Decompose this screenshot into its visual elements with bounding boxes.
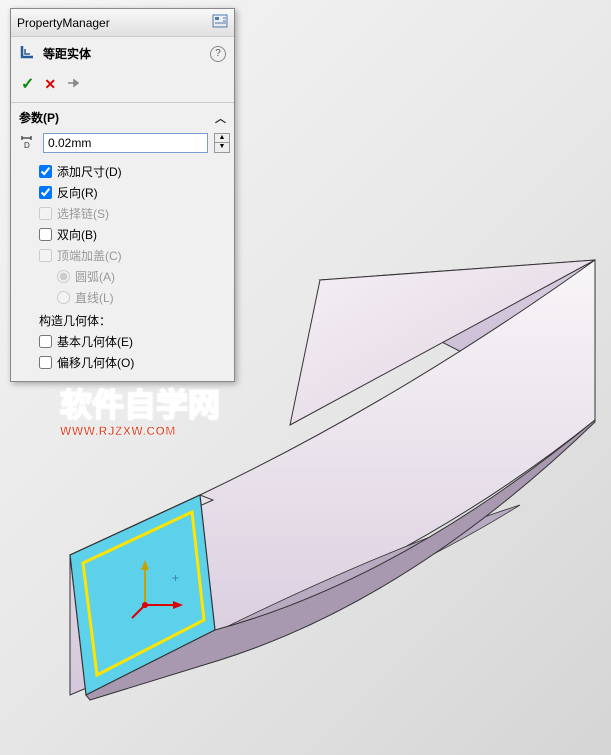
watermark: 软件自学网 WWW.RJZXW.COM (60, 380, 220, 438)
offset-distance-row: D ▲ ▼ (11, 130, 234, 159)
line-radio: 直线(L) (57, 287, 226, 308)
svg-text:+: + (172, 571, 179, 585)
action-buttons: ✓ ✕ (11, 70, 234, 103)
ok-button[interactable]: ✓ (21, 74, 34, 94)
watermark-text: 软件自学网 (60, 380, 220, 426)
parameters-options: 添加尺寸(D) 反向(R) 选择链(S) 双向(B) 顶端加盖(C) 圆弧(A)… (11, 159, 234, 381)
cancel-button[interactable]: ✕ (44, 76, 56, 93)
panel-menu-icon[interactable] (212, 13, 228, 32)
cap-ends-checkbox[interactable]: 顶端加盖(C) (39, 245, 226, 266)
bidirectional-checkbox[interactable]: 双向(B) (39, 224, 226, 245)
offset-geometry-checkbox[interactable]: 偏移几何体(O) (39, 352, 226, 373)
parameters-section-header[interactable]: 参数(P) ︿ (11, 103, 234, 130)
help-icon[interactable]: ? (210, 46, 226, 62)
panel-header: PropertyManager (11, 9, 234, 37)
svg-text:D: D (24, 141, 30, 150)
offset-distance-input[interactable] (43, 133, 208, 153)
arc-radio: 圆弧(A) (57, 266, 226, 287)
spin-down[interactable]: ▼ (215, 143, 229, 152)
watermark-url: WWW.RJZXW.COM (60, 424, 220, 438)
construction-label: 构造几何体： (39, 308, 226, 331)
spin-buttons: ▲ ▼ (214, 133, 230, 153)
base-geometry-checkbox[interactable]: 基本几何体(E) (39, 331, 226, 352)
reverse-checkbox[interactable]: 反向(R) (39, 182, 226, 203)
sketch-origin-triad: + (132, 560, 183, 618)
offset-entities-icon (19, 43, 37, 64)
feature-name: 等距实体 (43, 45, 91, 62)
feature-title-row: 等距实体 ? (11, 37, 234, 70)
select-chain-checkbox[interactable]: 选择链(S) (39, 203, 226, 224)
parameters-label: 参数(P) (19, 109, 59, 126)
distance-icon: D (19, 132, 37, 153)
panel-title: PropertyManager (17, 16, 110, 30)
add-dimension-checkbox[interactable]: 添加尺寸(D) (39, 161, 226, 182)
pin-button[interactable] (66, 76, 80, 93)
property-manager-panel: PropertyManager 等距实体 ? ✓ ✕ 参数(P) ︿ D ▲ ▼ (10, 8, 235, 382)
spin-up[interactable]: ▲ (215, 134, 229, 143)
collapse-icon[interactable]: ︿ (215, 110, 226, 126)
cap-type-radios: 圆弧(A) 直线(L) (39, 266, 226, 308)
